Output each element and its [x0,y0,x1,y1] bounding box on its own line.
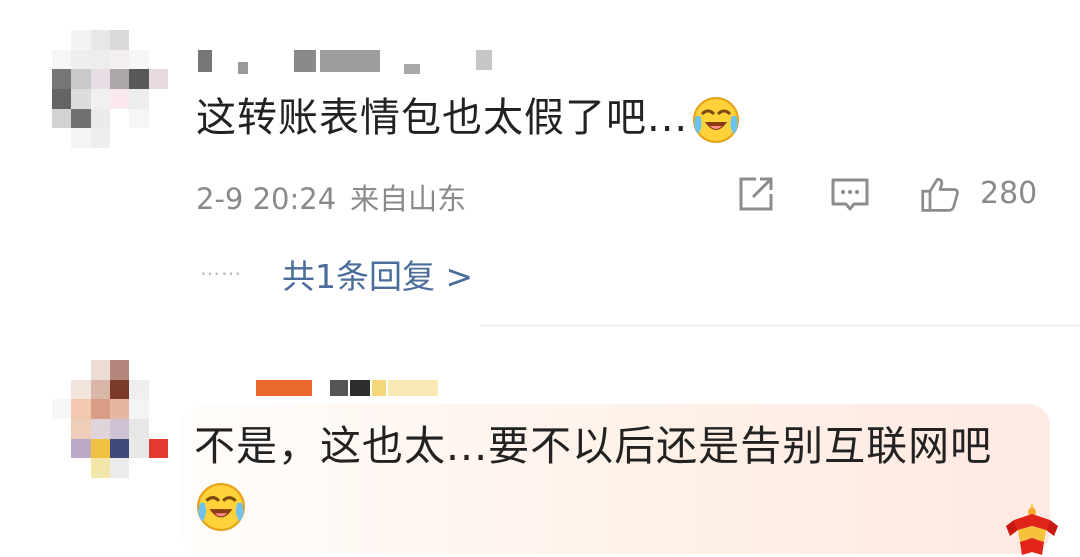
comment-icon[interactable] [830,174,870,214]
username-redacted[interactable] [256,380,456,400]
comment-meta: 2-9 20:24 来自山东 [196,176,466,218]
laughing-crying-emoji-icon [197,483,245,531]
firecracker-badge-icon [1006,502,1058,555]
like-count: 280 [980,176,1038,211]
share-icon[interactable] [736,174,776,214]
avatar[interactable] [52,30,168,148]
laughing-crying-emoji-icon [693,97,740,143]
divider [480,325,1080,326]
comment-text: 这转账表情包也太假了吧... [196,94,740,144]
view-replies-link[interactable]: 共1条回复 > [282,250,473,298]
replies-ellipsis: …… [200,256,242,280]
comment-date: 2-9 20:24 [196,182,337,216]
thumbs-up-icon[interactable] [920,174,960,214]
comment-text: 不是，这也太...要不以后还是告别互联网吧 [194,422,993,470]
comment-location: 来自山东 [350,182,467,216]
avatar[interactable] [52,360,168,478]
username-redacted[interactable] [198,46,498,78]
comment-list: 这转账表情包也太假了吧... 2-9 20:24 来自山东 280 …… 共1条回… [0,0,1080,557]
